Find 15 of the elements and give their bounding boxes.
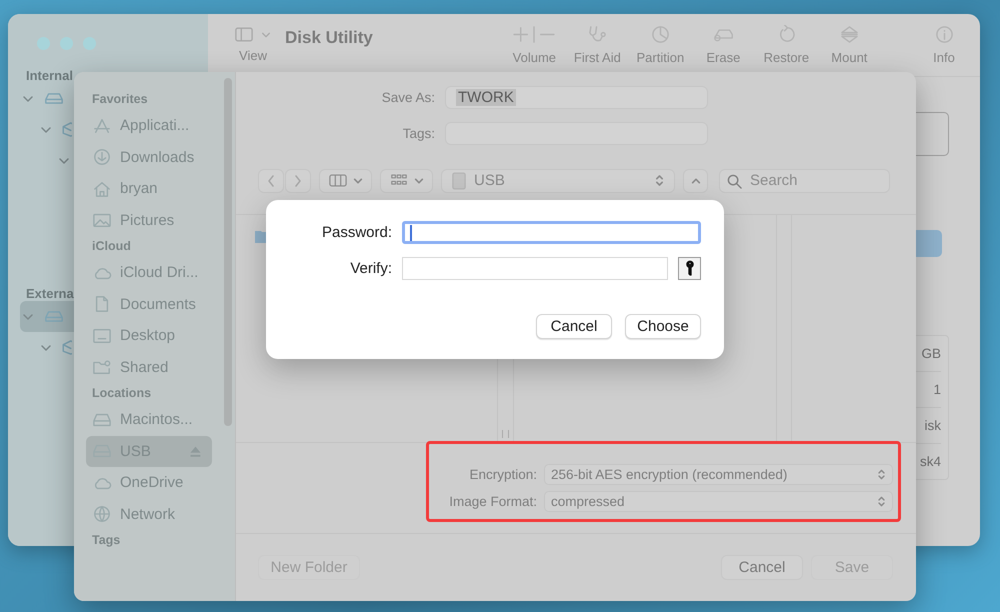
field-label: Verify: bbox=[349, 260, 392, 277]
window-title: Disk Utility bbox=[285, 28, 373, 48]
field-label: Password: bbox=[320, 224, 392, 241]
field-label: Save As: bbox=[380, 90, 435, 104]
sidebar-heading: Tags bbox=[92, 533, 122, 547]
table-cell-text: sk4 bbox=[918, 453, 941, 471]
sidebar-heading: Externa bbox=[26, 286, 75, 301]
sidebar-heading: Favorites bbox=[92, 92, 149, 106]
sidebar-heading: Internal bbox=[26, 68, 74, 83]
sidebar-heading: Locations bbox=[92, 386, 152, 400]
sidebar-heading: iCloud bbox=[92, 239, 132, 253]
field-label: Encryption: bbox=[468, 467, 537, 482]
field-label: Image Format: bbox=[448, 494, 537, 509]
field-label: Tags: bbox=[402, 126, 435, 140]
toolbar-label: View bbox=[239, 48, 267, 63]
